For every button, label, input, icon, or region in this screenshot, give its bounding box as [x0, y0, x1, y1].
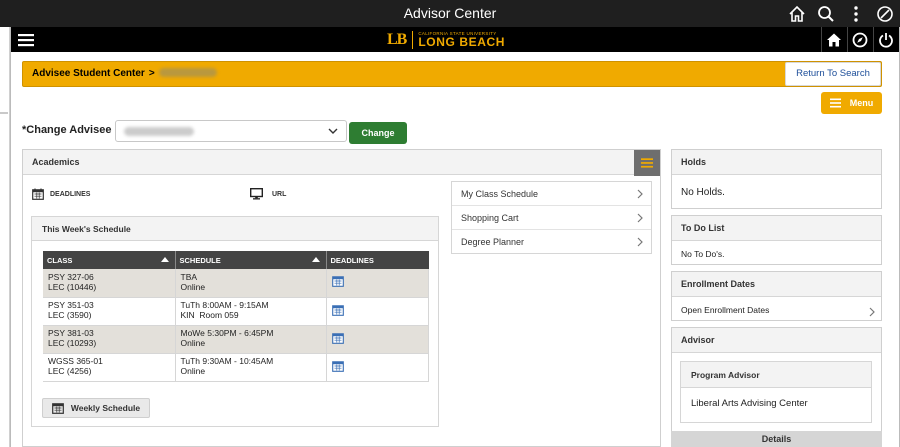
deadlines-cell: [326, 297, 429, 326]
table-row: PSY 381-03 LEC (10293) MoWe 5:30PM - 6:45…: [43, 325, 429, 354]
table-row: PSY 351-03 LEC (3590) TuTh 8:00AM - 9:15A…: [43, 297, 429, 326]
column-header-class[interactable]: CLASS: [43, 251, 176, 269]
change-advisee-label: *Change Advisee: [22, 124, 112, 136]
window-title: Advisor Center: [403, 5, 497, 21]
academics-links-list: My Class Schedule Shopping Cart Degree P…: [451, 181, 652, 254]
home-icon[interactable]: [787, 4, 807, 24]
column-header-schedule[interactable]: SCHEDULE: [175, 251, 327, 269]
redacted-student-name: [158, 68, 217, 77]
link-shopping-cart[interactable]: Shopping Cart: [452, 206, 651, 230]
table-row: PSY 327-06 LEC (10446) TBA Online: [43, 269, 429, 298]
compass-icon: [852, 32, 867, 47]
holds-title: Holds: [672, 150, 881, 175]
more-vertical-icon[interactable]: [846, 4, 866, 24]
calendar-icon[interactable]: [331, 304, 344, 316]
sort-asc-icon: [160, 257, 169, 262]
breadcrumb-advisee-center[interactable]: Advisee Student Center: [32, 68, 145, 79]
left-edge-strip: [0, 27, 10, 447]
list-icon: [829, 98, 841, 108]
chevron-right-icon: [869, 307, 875, 317]
link-label: Degree Planner: [461, 237, 525, 247]
link-my-class-schedule[interactable]: My Class Schedule: [452, 182, 651, 206]
deadlines-link[interactable]: DEADLINES: [32, 188, 90, 200]
advisor-name: Liberal Arts Advising Center: [691, 398, 808, 409]
calendar-icon: [51, 403, 64, 414]
portal-nav-bar: LB CALIFORNIA STATE UNIVERSITY LONG BEAC…: [11, 27, 899, 52]
class-cell: PSY 351-03 LEC (3590): [43, 297, 176, 326]
list-icon: [641, 158, 653, 168]
chevron-right-icon: [637, 213, 643, 223]
link-degree-planner[interactable]: Degree Planner: [452, 230, 651, 254]
todo-text: No To Do's.: [681, 249, 725, 259]
academics-title: Academics: [23, 150, 660, 175]
calendar-icon: [32, 188, 44, 200]
chevron-right-icon: [637, 189, 643, 199]
schedule-cell: TuTh 9:30AM - 10:45AM Online: [175, 353, 327, 382]
schedule-cell: TuTh 8:00AM - 9:15AM KIN Room 059: [175, 297, 327, 326]
link-label: My Class Schedule: [461, 189, 539, 199]
academics-menu-button[interactable]: [634, 150, 660, 176]
logo-monogram: LB: [387, 31, 414, 49]
deadlines-cell: [326, 269, 429, 298]
weekly-schedule-panel: This Week's Schedule CLASS SCHEDULE DEAD…: [31, 216, 439, 427]
open-enrollment-dates-label: Open Enrollment Dates: [681, 305, 770, 315]
enrollment-title: Enrollment Dates: [672, 272, 881, 297]
advisee-select[interactable]: [115, 120, 347, 142]
program-advisor-card: Program Advisor Liberal Arts Advising Ce…: [680, 361, 872, 423]
weekly-schedule-button[interactable]: Weekly Schedule: [42, 398, 150, 418]
schedule-cell: TBA Online: [175, 269, 327, 298]
schedule-table: CLASS SCHEDULE DEADLINES PSY 327-06 LEC (…: [43, 251, 429, 382]
chevron-right-icon: [637, 237, 643, 247]
hamburger-menu-icon[interactable]: [17, 31, 35, 49]
return-to-search-button[interactable]: Return To Search: [785, 62, 881, 86]
deadlines-label: DEADLINES: [50, 190, 91, 198]
breadcrumb-banner: Advisee Student Center > Return To Search: [22, 61, 882, 87]
details-button[interactable]: Details: [671, 431, 882, 447]
monitor-icon: [250, 188, 263, 200]
weekly-schedule-button-label: Weekly Schedule: [70, 403, 141, 413]
change-button[interactable]: Change: [349, 122, 407, 144]
logo-campus: LONG BEACH: [418, 35, 506, 50]
table-row: WGSS 365-01 LEC (4256) TuTh 9:30AM - 10:4…: [43, 353, 429, 382]
navigation-compass-icon[interactable]: [875, 4, 895, 24]
home-icon: [826, 33, 841, 46]
todo-panel: To Do List No To Do's.: [671, 215, 882, 265]
deadlines-cell: [326, 325, 429, 354]
sort-asc-icon: [311, 257, 320, 262]
class-cell: PSY 327-06 LEC (10446): [43, 269, 176, 298]
column-header-deadlines: DEADLINES: [326, 251, 429, 269]
chevron-down-icon: [328, 128, 338, 134]
weekly-schedule-title: This Week's Schedule: [32, 217, 438, 241]
university-logo: LB CALIFORNIA STATE UNIVERSITY LONG BEAC…: [387, 30, 505, 50]
program-advisor-title: Program Advisor: [681, 362, 871, 388]
calendar-icon[interactable]: [331, 332, 344, 344]
calendar-icon[interactable]: [331, 360, 344, 372]
nav-home-button[interactable]: [821, 27, 845, 52]
url-label: URL: [272, 190, 287, 198]
menu-button-label: Menu: [849, 98, 874, 108]
holds-text: No Holds.: [681, 187, 725, 198]
breadcrumb-separator: >: [148, 68, 155, 79]
nav-signout-button[interactable]: [873, 27, 897, 52]
holds-panel: Holds No Holds.: [671, 149, 882, 209]
schedule-cell: MoWe 5:30PM - 6:45PM Online: [175, 325, 327, 354]
enrollment-dates-panel: Enrollment Dates Open Enrollment Dates: [671, 271, 882, 321]
redacted-advisee-name: [124, 127, 194, 136]
power-icon: [878, 32, 893, 48]
class-cell: WGSS 365-01 LEC (4256): [43, 353, 176, 382]
menu-button[interactable]: Menu: [821, 92, 882, 114]
open-enrollment-dates-link[interactable]: Open Enrollment Dates: [672, 305, 881, 319]
search-icon[interactable]: [816, 4, 836, 24]
todo-title: To Do List: [672, 216, 881, 241]
class-cell: PSY 381-03 LEC (10293): [43, 325, 176, 354]
url-link[interactable]: URL: [250, 188, 286, 200]
calendar-icon[interactable]: [331, 275, 344, 288]
breadcrumb: Advisee Student Center >: [32, 68, 217, 79]
window-title-bar: Advisor Center: [0, 0, 900, 27]
deadlines-cell: [326, 353, 429, 382]
nav-compass-button[interactable]: [847, 27, 871, 52]
link-label: Shopping Cart: [461, 213, 519, 223]
advisor-title: Advisor: [672, 328, 881, 353]
